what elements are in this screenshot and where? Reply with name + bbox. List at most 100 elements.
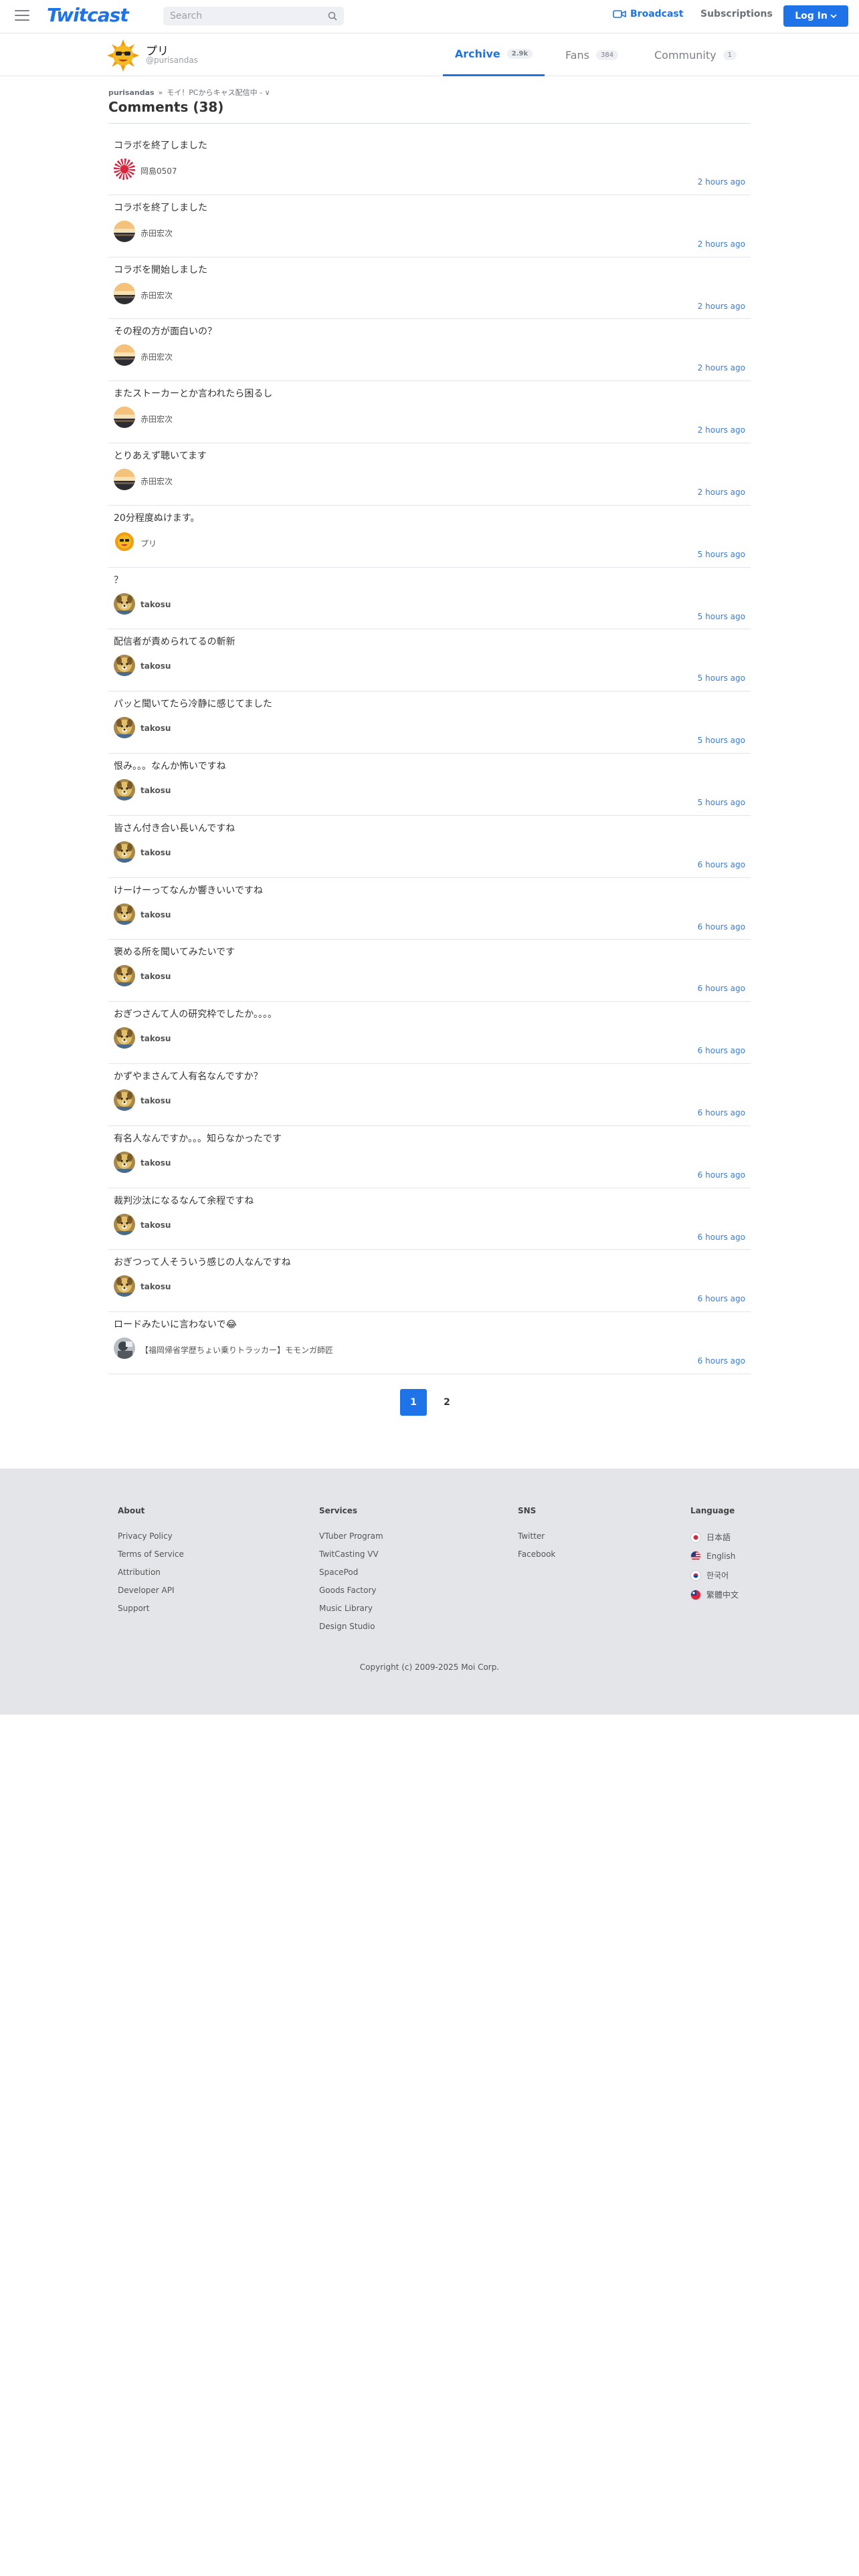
avatar[interactable] — [107, 39, 139, 72]
comment-author[interactable]: プリ — [140, 538, 157, 549]
dog-avatar[interactable] — [114, 1027, 135, 1049]
comment-time[interactable]: 2 hours ago — [698, 302, 745, 311]
comment-time[interactable]: 6 hours ago — [698, 1108, 745, 1117]
comment-author[interactable]: takosu — [140, 600, 171, 609]
menu-icon[interactable] — [15, 10, 29, 22]
comment-time[interactable]: 6 hours ago — [698, 1170, 745, 1180]
comment-time[interactable]: 2 hours ago — [698, 177, 745, 187]
comment-time[interactable]: 5 hours ago — [698, 798, 745, 807]
comment-author[interactable]: takosu — [140, 661, 171, 671]
dog-avatar[interactable] — [114, 717, 135, 739]
comment-text: おぎつって人そういう感じの人なんですね — [114, 1257, 291, 1269]
breadcrumb-user[interactable]: purisandas — [108, 88, 155, 97]
footer-link[interactable]: Developer API — [118, 1586, 184, 1595]
page-1-button[interactable]: 1 — [400, 1389, 427, 1416]
dog-avatar[interactable] — [114, 1089, 135, 1111]
comment-time[interactable]: 6 hours ago — [698, 1046, 745, 1055]
language-label: English — [706, 1551, 736, 1561]
comment-item: 20分程度ぬけます。 プリ 5 hours ago — [108, 506, 751, 568]
footer-link[interactable]: Facebook — [518, 1549, 555, 1559]
comment-time[interactable]: 6 hours ago — [698, 1232, 745, 1242]
dog-avatar[interactable] — [114, 1213, 135, 1235]
comment-author[interactable]: 赤田宏次 — [140, 227, 173, 239]
comment-author[interactable]: 岡島0507 — [140, 165, 177, 177]
comment-author[interactable]: 赤田宏次 — [140, 475, 173, 487]
broadcast-button[interactable]: Broadcast — [613, 9, 683, 19]
comment-author[interactable]: takosu — [140, 1282, 171, 1291]
search-icon[interactable] — [328, 11, 337, 21]
sunset-avatar[interactable] — [114, 407, 135, 429]
comment-time[interactable]: 2 hours ago — [698, 363, 745, 372]
comment-time[interactable]: 2 hours ago — [698, 488, 745, 497]
comment-author[interactable]: takosu — [140, 1220, 171, 1230]
sunset-avatar[interactable] — [114, 344, 135, 366]
footer-link[interactable]: Twitter — [518, 1531, 555, 1541]
comment-author[interactable]: 【福岡帰省学歴ちょい乗りトラッカー】モモンガ師匠 — [140, 1344, 333, 1356]
rising-sun-avatar[interactable] — [114, 158, 135, 180]
dog-avatar[interactable] — [114, 1275, 135, 1297]
dog-avatar[interactable] — [114, 655, 135, 677]
comment-author[interactable]: 赤田宏次 — [140, 290, 173, 301]
breadcrumb-movie[interactable]: モイ！PCからキャス配信中 - — [167, 88, 262, 97]
comment-time[interactable]: 5 hours ago — [698, 612, 745, 621]
footer-link[interactable]: SpacePod — [319, 1568, 383, 1577]
sun-character-avatar[interactable] — [114, 530, 135, 552]
language-japanese[interactable]: 日本語 — [690, 1531, 739, 1543]
comment-time[interactable]: 5 hours ago — [698, 673, 745, 683]
comment-author[interactable]: takosu — [140, 1158, 171, 1168]
dog-avatar[interactable] — [114, 1151, 135, 1173]
comment-author[interactable]: takosu — [140, 910, 171, 920]
login-button[interactable]: Log In — [783, 5, 848, 27]
sunset-avatar[interactable] — [114, 282, 135, 304]
footer-link[interactable]: Terms of Service — [118, 1549, 184, 1559]
comment-time[interactable]: 6 hours ago — [698, 1294, 745, 1303]
sunset-avatar[interactable] — [114, 468, 135, 490]
dog-avatar[interactable] — [114, 965, 135, 987]
language-korean[interactable]: 한국어 — [690, 1570, 739, 1581]
comment-time[interactable]: 6 hours ago — [698, 922, 745, 932]
comment-author[interactable]: takosu — [140, 724, 171, 733]
comment-time[interactable]: 5 hours ago — [698, 736, 745, 745]
page-2-button[interactable]: 2 — [434, 1389, 460, 1416]
footer-link[interactable]: Support — [118, 1604, 184, 1613]
search-box[interactable] — [163, 7, 344, 25]
dog-avatar[interactable] — [114, 593, 135, 615]
footer-link[interactable]: Goods Factory — [319, 1586, 383, 1595]
comment-item: かずやまさんて人有名なんですか？ takosu 6 hours ago — [108, 1064, 751, 1126]
language-chinese-traditional[interactable]: 繁體中文 — [690, 1589, 739, 1600]
comment-time[interactable]: 6 hours ago — [698, 1356, 745, 1366]
comment-time[interactable]: 6 hours ago — [698, 860, 745, 869]
comment-author[interactable]: takosu — [140, 786, 171, 795]
chevron-down-icon[interactable]: ∨ — [265, 88, 270, 97]
footer-link[interactable]: Design Studio — [319, 1622, 383, 1631]
sunset-avatar[interactable] — [114, 220, 135, 242]
photo-avatar[interactable] — [114, 1337, 135, 1360]
comment-author[interactable]: takosu — [140, 848, 171, 857]
dog-avatar[interactable] — [114, 778, 135, 800]
comment-time[interactable]: 6 hours ago — [698, 984, 745, 993]
tab-community[interactable]: Community 1 — [654, 33, 737, 76]
dog-avatar[interactable] — [114, 903, 135, 925]
comment-time[interactable]: 2 hours ago — [698, 425, 745, 435]
comment-author[interactable]: takosu — [140, 972, 171, 981]
footer-link[interactable]: TwitCasting VV — [319, 1549, 383, 1559]
comment-author[interactable]: takosu — [140, 1034, 171, 1043]
comment-item: コラボを終了しました 岡島0507 2 hours ago — [108, 133, 751, 195]
search-input[interactable] — [163, 7, 330, 25]
comment-time[interactable]: 5 hours ago — [698, 550, 745, 559]
footer-link[interactable]: Music Library — [319, 1604, 383, 1613]
tab-label: Community — [654, 48, 717, 62]
language-english[interactable]: English — [690, 1551, 739, 1562]
footer-link[interactable]: Attribution — [118, 1568, 184, 1577]
comment-author[interactable]: 赤田宏次 — [140, 413, 173, 425]
comment-author[interactable]: 赤田宏次 — [140, 351, 173, 362]
footer-link[interactable]: Privacy Policy — [118, 1531, 184, 1541]
tab-fans[interactable]: Fans 384 — [565, 33, 619, 76]
logo[interactable]: Twitcast — [47, 4, 129, 26]
footer-link[interactable]: VTuber Program — [319, 1531, 383, 1541]
subscriptions-link[interactable]: Subscriptions — [700, 9, 773, 19]
comment-author[interactable]: takosu — [140, 1096, 171, 1105]
comment-time[interactable]: 2 hours ago — [698, 239, 745, 249]
tab-archive[interactable]: Archive 2.9k — [443, 33, 545, 76]
dog-avatar[interactable] — [114, 841, 135, 863]
